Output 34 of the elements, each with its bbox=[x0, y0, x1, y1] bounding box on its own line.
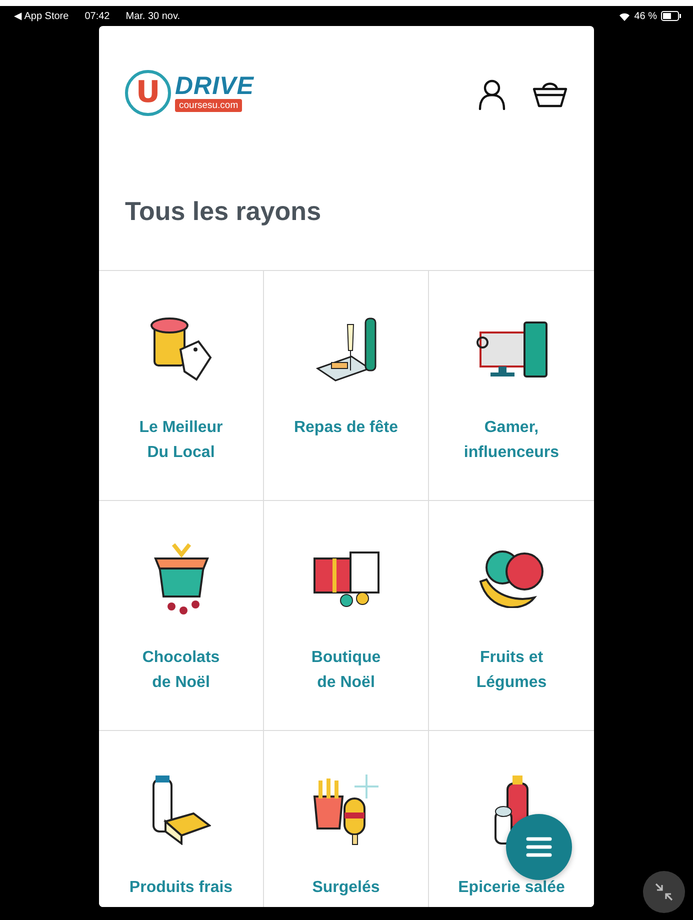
battery-icon bbox=[661, 11, 681, 21]
menu-icon bbox=[525, 836, 553, 858]
user-icon[interactable] bbox=[476, 78, 508, 110]
category-tile[interactable]: Le Meilleur Du Local bbox=[99, 271, 264, 501]
jar-with-tag-drawing bbox=[150, 317, 212, 381]
wifi-icon bbox=[619, 12, 630, 20]
category-label: Boutique de Noël bbox=[310, 648, 382, 693]
collapse-arrows-icon bbox=[654, 882, 674, 902]
category-tile[interactable]: Chocolats de Noël bbox=[99, 501, 264, 731]
status-date: Mar. 30 nov. bbox=[126, 10, 180, 24]
milk-and-butter-drawing bbox=[152, 774, 210, 844]
champagne-and-plate-drawing bbox=[316, 316, 376, 382]
category-label: Fruits et Légumes bbox=[475, 648, 548, 693]
category-label: Surgelés bbox=[311, 878, 381, 898]
category-label: Repas de fête bbox=[292, 418, 400, 438]
category-tile[interactable]: Boutique de Noël bbox=[264, 501, 429, 731]
category-label: Le Meilleur Du Local bbox=[138, 418, 224, 463]
category-label: Produits frais bbox=[128, 878, 234, 898]
category-label: Gamer, influenceurs bbox=[462, 418, 560, 463]
category-tile[interactable]: Repas de fête bbox=[264, 271, 429, 501]
logo-domain: coursesu.com bbox=[175, 99, 242, 112]
logo-wordmark: DRIVE bbox=[175, 74, 254, 99]
computer-drawing bbox=[476, 320, 548, 378]
back-link[interactable]: ◀ App Store bbox=[14, 8, 69, 24]
status-time: 07:42 bbox=[84, 10, 110, 24]
battery-percent: 46 % bbox=[634, 10, 657, 24]
page-title: Tous les rayons bbox=[124, 195, 322, 228]
gift-boxes-drawing bbox=[312, 550, 380, 608]
logo-letter: U bbox=[136, 78, 160, 108]
fruits-drawing bbox=[479, 550, 544, 608]
category-label: Chocolats de Noël bbox=[141, 648, 221, 693]
minimize-button[interactable] bbox=[643, 871, 685, 913]
category-label: Epicerie salée bbox=[457, 878, 566, 898]
category-tile[interactable]: Produits frais bbox=[99, 731, 264, 907]
